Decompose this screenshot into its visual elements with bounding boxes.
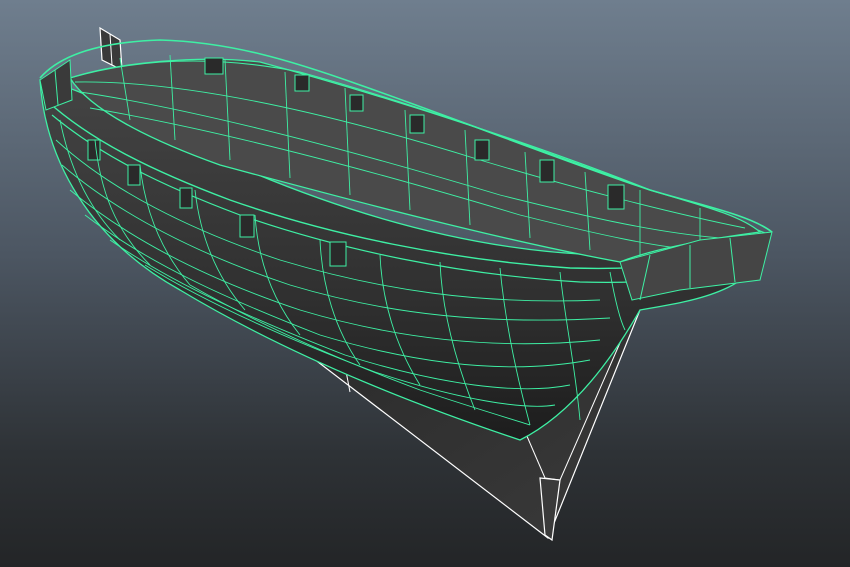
hull-mesh[interactable] <box>39 39 773 441</box>
stern-post[interactable] <box>99 26 123 72</box>
viewport-canvas[interactable] <box>0 0 850 567</box>
3d-viewport[interactable] <box>0 0 850 567</box>
